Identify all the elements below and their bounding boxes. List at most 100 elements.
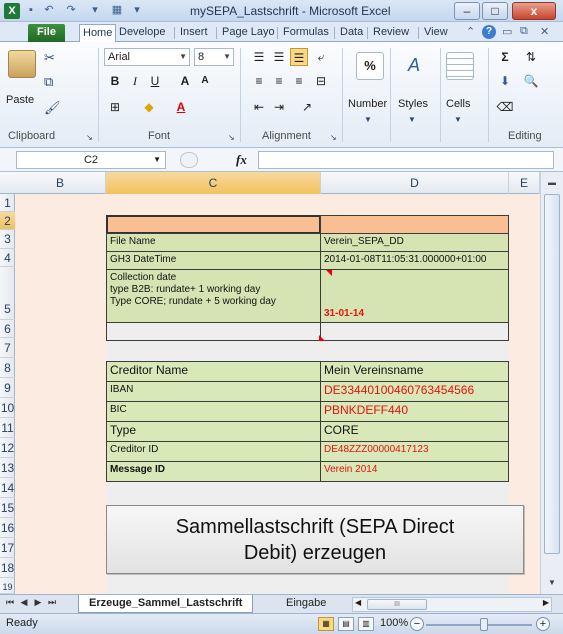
row-header-12[interactable]: 12 bbox=[0, 438, 15, 458]
format-painter-icon[interactable]: 🖌 bbox=[44, 100, 61, 116]
cell-d6[interactable] bbox=[320, 323, 509, 341]
cell-c6[interactable] bbox=[106, 323, 321, 341]
quick-access-dropdown-icon[interactable]: ▾ bbox=[130, 3, 144, 17]
row-header-3[interactable]: 3 bbox=[0, 230, 15, 249]
insert-function-button[interactable]: fx bbox=[236, 152, 247, 168]
percent-icon[interactable]: % bbox=[356, 52, 384, 80]
font-color-icon[interactable]: A bbox=[172, 98, 190, 116]
styles-button[interactable]: Styles bbox=[398, 98, 428, 110]
dialog-launcher-icon[interactable]: ↘ bbox=[330, 130, 337, 146]
row-header-7[interactable]: 7 bbox=[0, 338, 15, 358]
font-size-combo[interactable]: 8 ▼ bbox=[194, 48, 234, 66]
row-header-10[interactable]: 10 bbox=[0, 398, 15, 418]
page-layout-view-icon[interactable]: ▤ bbox=[338, 617, 354, 631]
workbook-close-icon[interactable]: ✕ bbox=[540, 25, 549, 38]
row-header-9[interactable]: 9 bbox=[0, 378, 15, 398]
increase-indent-icon[interactable]: ⇥ bbox=[270, 98, 288, 116]
cell-c10[interactable]: BIC bbox=[106, 401, 321, 422]
wrap-text-icon[interactable]: ⤶ bbox=[312, 48, 330, 66]
underline-button[interactable]: U bbox=[146, 72, 164, 90]
tab-developer[interactable]: Develope bbox=[116, 24, 168, 42]
scroll-down-arrow-icon[interactable]: ▼ bbox=[544, 576, 560, 590]
font-name-combo[interactable]: Arial ▼ bbox=[104, 48, 190, 66]
minimize-button[interactable]: – bbox=[454, 2, 480, 20]
cell-c11[interactable]: Type bbox=[106, 421, 321, 442]
cell-c7-d7[interactable] bbox=[106, 341, 509, 361]
cells-icon[interactable] bbox=[446, 52, 474, 80]
maximize-button[interactable]: □ bbox=[482, 2, 508, 20]
cell-c9[interactable]: IBAN bbox=[106, 381, 321, 402]
cell-d8[interactable]: Mein Vereinsname bbox=[320, 361, 509, 382]
workbook-restore-icon[interactable]: ⧉ bbox=[520, 25, 528, 38]
cell-c8[interactable]: Creditor Name bbox=[106, 361, 321, 382]
cell-d4[interactable]: 2014-01-08T11:05:31.000000+01:00 bbox=[320, 251, 509, 270]
cells-button[interactable]: Cells bbox=[446, 98, 470, 110]
normal-view-icon[interactable]: ▦ bbox=[318, 617, 334, 631]
zoom-in-button[interactable]: + bbox=[536, 617, 550, 631]
cell-d12[interactable]: DE48ZZZ00000417123 bbox=[320, 441, 509, 462]
column-header-e[interactable]: E bbox=[509, 172, 540, 194]
workbook-minimize-icon[interactable]: ▭ bbox=[502, 25, 512, 38]
row-header-11[interactable]: 11 bbox=[0, 418, 15, 438]
close-button[interactable]: x bbox=[512, 2, 556, 20]
comment-indicator[interactable] bbox=[326, 270, 332, 276]
horizontal-scrollbar[interactable]: ◀ III ▶ bbox=[352, 597, 552, 612]
cell-d2[interactable] bbox=[320, 215, 509, 234]
clear-icon[interactable]: ⌫ bbox=[496, 98, 514, 116]
tab-page-layout[interactable]: Page Layo bbox=[219, 24, 278, 42]
vertical-scrollbar[interactable]: ▬ ▼ bbox=[540, 172, 563, 594]
align-middle-icon[interactable]: ☰ bbox=[270, 48, 288, 66]
shrink-font-button[interactable]: A bbox=[196, 72, 214, 90]
cell-c3[interactable]: File Name bbox=[106, 233, 321, 252]
borders-icon[interactable]: ⊞ bbox=[106, 98, 124, 116]
tab-home[interactable]: Home bbox=[79, 24, 117, 43]
fill-color-icon[interactable]: ◆ bbox=[140, 98, 158, 116]
form-icon[interactable]: ▦ bbox=[110, 3, 124, 17]
cell-d13[interactable]: Verein 2014 bbox=[320, 461, 509, 482]
decrease-indent-icon[interactable]: ⇤ bbox=[250, 98, 268, 116]
column-header-d[interactable]: D bbox=[321, 172, 509, 194]
quick-access-customize-icon[interactable]: ▾ bbox=[88, 3, 102, 17]
row-header-19[interactable]: 19 bbox=[0, 578, 15, 594]
help-icon[interactable]: ? bbox=[482, 25, 496, 39]
fill-icon[interactable]: ⬇ bbox=[496, 72, 514, 90]
save-icon[interactable]: ▪ bbox=[24, 3, 38, 17]
row-header-5[interactable]: 5 bbox=[0, 267, 15, 320]
minimize-ribbon-icon[interactable]: ⌃ bbox=[466, 25, 475, 38]
cell-c13[interactable]: Message ID bbox=[106, 461, 321, 482]
row-header-2[interactable]: 2 bbox=[0, 212, 15, 230]
autosum-button[interactable]: Σ bbox=[496, 48, 514, 66]
row-header-17[interactable]: 17 bbox=[0, 538, 15, 558]
cell-c4[interactable]: GH3 DateTime bbox=[106, 251, 321, 270]
align-left-icon[interactable]: ≡ bbox=[250, 72, 268, 90]
copy-icon[interactable]: ⧉ bbox=[44, 74, 53, 90]
align-right-icon[interactable]: ≡ bbox=[290, 72, 308, 90]
column-header-b[interactable]: B bbox=[15, 172, 106, 194]
row-header-4[interactable]: 4 bbox=[0, 249, 15, 267]
bold-button[interactable]: B bbox=[106, 72, 124, 90]
redo-icon[interactable]: ↷ bbox=[64, 3, 78, 17]
italic-button[interactable]: I bbox=[126, 72, 144, 90]
orientation-icon[interactable]: ↗ bbox=[298, 98, 316, 116]
scroll-left-arrow-icon[interactable]: ◀ bbox=[355, 598, 361, 607]
number-format-button[interactable]: Number bbox=[348, 98, 387, 110]
formula-cancel-icon[interactable] bbox=[180, 152, 198, 168]
grow-font-button[interactable]: A bbox=[176, 72, 194, 90]
next-sheet-icon[interactable]: ▶ bbox=[32, 597, 44, 608]
tab-data[interactable]: Data bbox=[337, 24, 366, 42]
cell-d3[interactable]: Verein_SEPA_DD bbox=[320, 233, 509, 252]
row-header-8[interactable]: 8 bbox=[0, 358, 15, 378]
name-box[interactable]: C2 ▼ bbox=[16, 151, 166, 169]
sheet-tab-erzeuge[interactable]: Erzeuge_Sammel_Lastschrift bbox=[78, 595, 254, 613]
styles-icon[interactable]: A bbox=[400, 52, 428, 80]
zoom-out-button[interactable]: − bbox=[410, 617, 424, 631]
horizontal-scroll-thumb[interactable]: III bbox=[367, 599, 427, 610]
sort-filter-icon[interactable]: ⇅ bbox=[522, 48, 540, 66]
zoom-slider-thumb[interactable] bbox=[480, 618, 488, 631]
undo-icon[interactable]: ↶ bbox=[42, 3, 56, 17]
page-break-view-icon[interactable]: ▥ bbox=[358, 617, 374, 631]
scroll-right-arrow-icon[interactable]: ▶ bbox=[543, 598, 549, 607]
tab-file[interactable]: File bbox=[28, 24, 65, 42]
vertical-scroll-thumb[interactable] bbox=[544, 194, 560, 554]
row-header-14[interactable]: 14 bbox=[0, 478, 15, 498]
